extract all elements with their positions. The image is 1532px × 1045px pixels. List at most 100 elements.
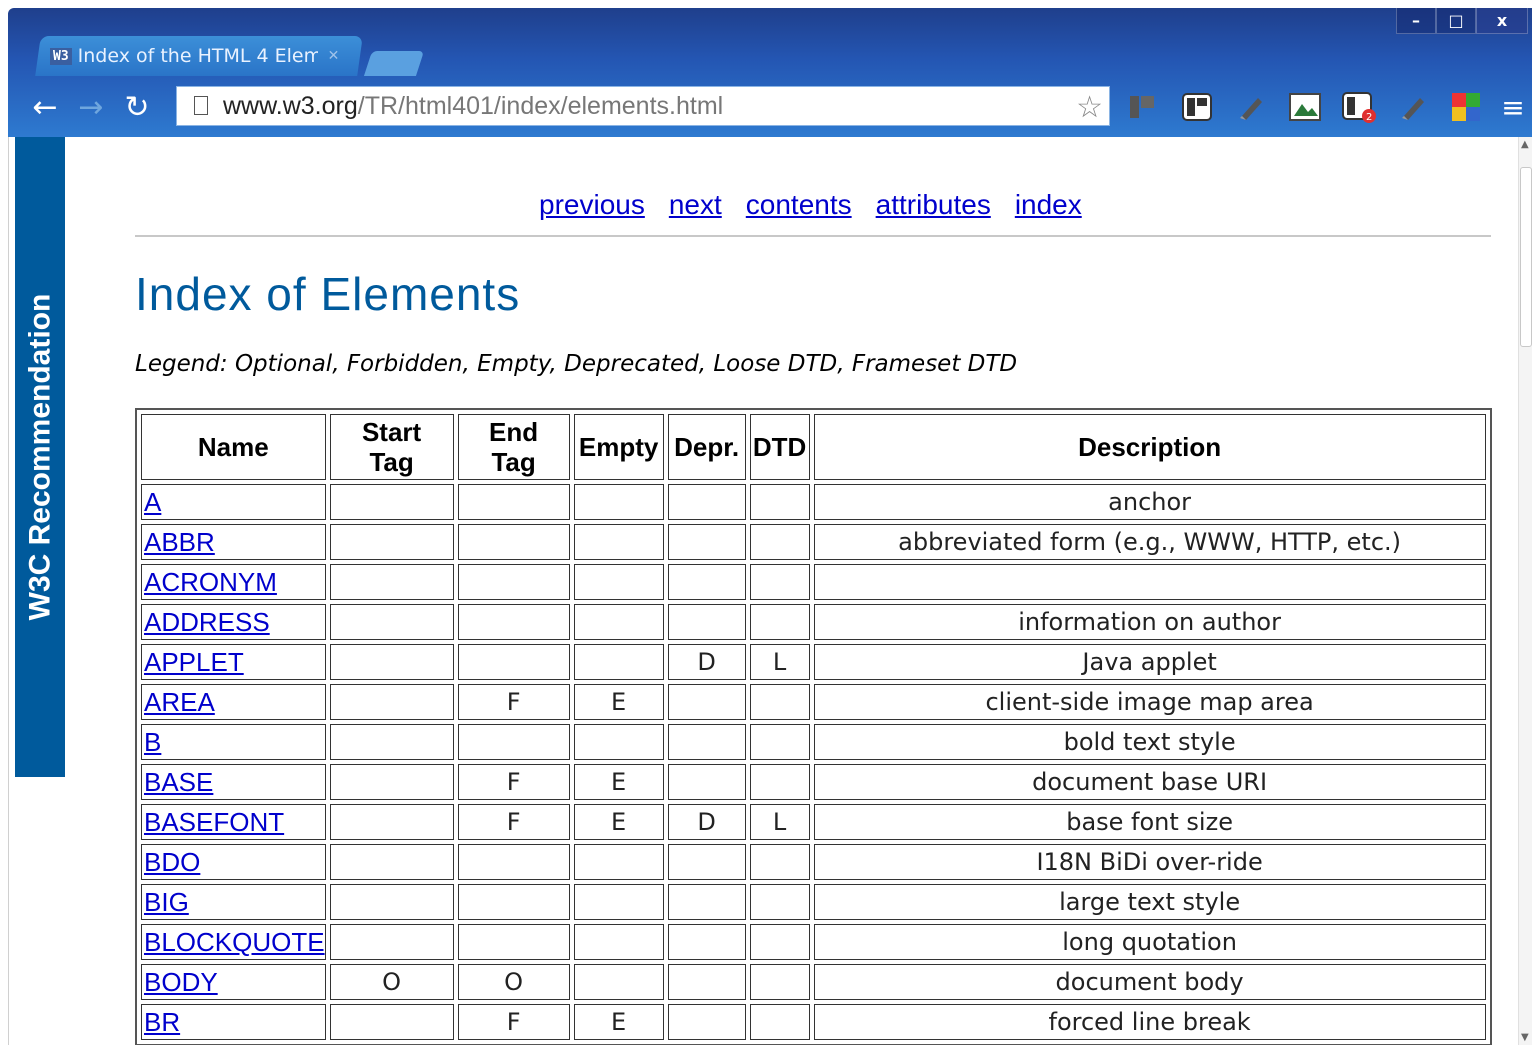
maximize-button[interactable]: □	[1436, 8, 1476, 34]
cell-empty	[573, 964, 664, 1000]
element-link[interactable]: ABBR	[144, 527, 215, 557]
legend-optional: Optional	[234, 351, 333, 377]
cell-start-tag	[329, 604, 454, 640]
cell-end-tag: F	[457, 684, 570, 720]
element-link[interactable]: ADDRESS	[144, 607, 270, 637]
cell-name: BDO	[141, 844, 326, 880]
element-link[interactable]: BR	[144, 1007, 180, 1037]
nav-link-contents[interactable]: contents	[746, 189, 852, 221]
nav-link-index[interactable]: index	[1015, 189, 1082, 221]
forward-arrow-icon[interactable]: →	[68, 86, 114, 130]
cell-name: A	[141, 484, 326, 520]
header-empty: Empty	[573, 414, 664, 480]
menu-icon[interactable]: ≡	[1498, 91, 1528, 124]
legend-prefix: Legend:	[135, 351, 235, 377]
cell-start-tag	[329, 804, 454, 840]
cell-start-tag: O	[329, 964, 454, 1000]
extension-picture-icon[interactable]	[1282, 88, 1328, 126]
element-link[interactable]: BASEFONT	[144, 807, 284, 837]
extension-color-icon[interactable]	[1444, 88, 1490, 126]
element-link[interactable]: BLOCKQUOTE	[144, 927, 325, 957]
extension-pen-icon[interactable]	[1228, 88, 1274, 126]
extension-o2-icon[interactable]: 2	[1336, 88, 1382, 126]
cell-dtd	[749, 924, 810, 960]
element-link[interactable]: AREA	[144, 687, 215, 717]
legend-frameset-dtd: Frameset DTD	[851, 351, 1018, 377]
w3-favicon-icon: W3	[50, 47, 72, 65]
element-link[interactable]: ACRONYM	[144, 567, 277, 597]
element-link[interactable]: A	[144, 487, 161, 517]
cell-empty	[573, 524, 664, 560]
scroll-up-arrow-icon[interactable]: ▲	[1521, 139, 1529, 150]
header-start-tag: Start Tag	[329, 414, 454, 480]
nav-link-attributes[interactable]: attributes	[876, 189, 991, 221]
cell-depr: D	[667, 804, 746, 840]
page-icon	[191, 95, 213, 117]
cell-empty: E	[573, 1004, 664, 1040]
cell-dtd	[749, 564, 810, 600]
address-bar[interactable]: www.w3.org/TR/html401/index/elements.htm…	[176, 86, 1110, 126]
cell-name: ADDRESS	[141, 604, 326, 640]
nav-link-previous[interactable]: previous	[539, 189, 645, 221]
element-link[interactable]: BIG	[144, 887, 189, 917]
cell-start-tag	[329, 924, 454, 960]
bookmark-star-icon[interactable]: ☆	[1076, 90, 1103, 125]
cell-description: document base URI	[813, 764, 1486, 800]
back-arrow-icon[interactable]: ←	[22, 86, 68, 130]
cell-start-tag	[329, 644, 454, 680]
cell-depr	[667, 844, 746, 880]
nav-link-next[interactable]: next	[669, 189, 722, 221]
cell-end-tag	[457, 724, 570, 760]
extension-panel-icon[interactable]	[1174, 88, 1220, 126]
element-link[interactable]: BDO	[144, 847, 200, 877]
cell-end-tag	[457, 604, 570, 640]
cell-name: BIG	[141, 884, 326, 920]
cell-description: I18N BiDi over-ride	[813, 844, 1486, 880]
cell-dtd	[749, 604, 810, 640]
cell-start-tag	[329, 684, 454, 720]
header-description: Description	[813, 414, 1486, 480]
w3c-recommendation-banner[interactable]: W3C Recommendation	[15, 137, 65, 777]
scroll-down-arrow-icon[interactable]: ▼	[1521, 1032, 1529, 1043]
legend-empty: Empty	[477, 351, 550, 377]
element-link[interactable]: B	[144, 727, 161, 757]
close-window-button[interactable]: x	[1476, 8, 1528, 34]
url-text[interactable]: www.w3.org/TR/html401/index/elements.htm…	[223, 92, 723, 121]
cell-empty	[573, 924, 664, 960]
extension-pen2-icon[interactable]	[1390, 88, 1436, 126]
table-row: Aanchor	[141, 484, 1486, 520]
cell-end-tag	[457, 484, 570, 520]
minimize-button[interactable]: –	[1396, 8, 1436, 34]
header-depr: Depr.	[667, 414, 746, 480]
cell-name: BASE	[141, 764, 326, 800]
extension-flag-icon[interactable]	[1120, 88, 1166, 126]
cell-description: bold text style	[813, 724, 1486, 760]
cell-start-tag	[329, 884, 454, 920]
page-content: W3C Recommendation previous next content…	[8, 137, 1518, 1045]
divider	[135, 235, 1491, 237]
cell-empty	[573, 844, 664, 880]
cell-description: document body	[813, 964, 1486, 1000]
cell-end-tag: O	[457, 964, 570, 1000]
element-link[interactable]: BODY	[144, 967, 218, 997]
header-end-tag: End Tag	[457, 414, 570, 480]
cell-name: BLOCKQUOTE	[141, 924, 326, 960]
cell-empty	[573, 564, 664, 600]
cell-end-tag	[457, 884, 570, 920]
cell-end-tag	[457, 524, 570, 560]
browser-chrome: – □ x W3 Index of the HTML 4 Elem ✕ ← → …	[8, 8, 1532, 137]
element-link[interactable]: APPLET	[144, 647, 244, 677]
cell-name: APPLET	[141, 644, 326, 680]
new-tab-button[interactable]	[363, 51, 425, 76]
reload-icon[interactable]: ↻	[114, 86, 160, 130]
browser-tab-active[interactable]: W3 Index of the HTML 4 Elem ✕	[35, 36, 363, 76]
cell-name: BODY	[141, 964, 326, 1000]
scroll-thumb[interactable]	[1520, 167, 1532, 347]
table-row: BIG large text style	[141, 884, 1486, 920]
cell-end-tag: F	[457, 764, 570, 800]
vertical-scrollbar[interactable]: ▲ ▼	[1518, 137, 1532, 1045]
element-link[interactable]: BASE	[144, 767, 213, 797]
cell-start-tag	[329, 844, 454, 880]
cell-depr	[667, 724, 746, 760]
tab-close-icon[interactable]: ✕	[328, 48, 340, 64]
